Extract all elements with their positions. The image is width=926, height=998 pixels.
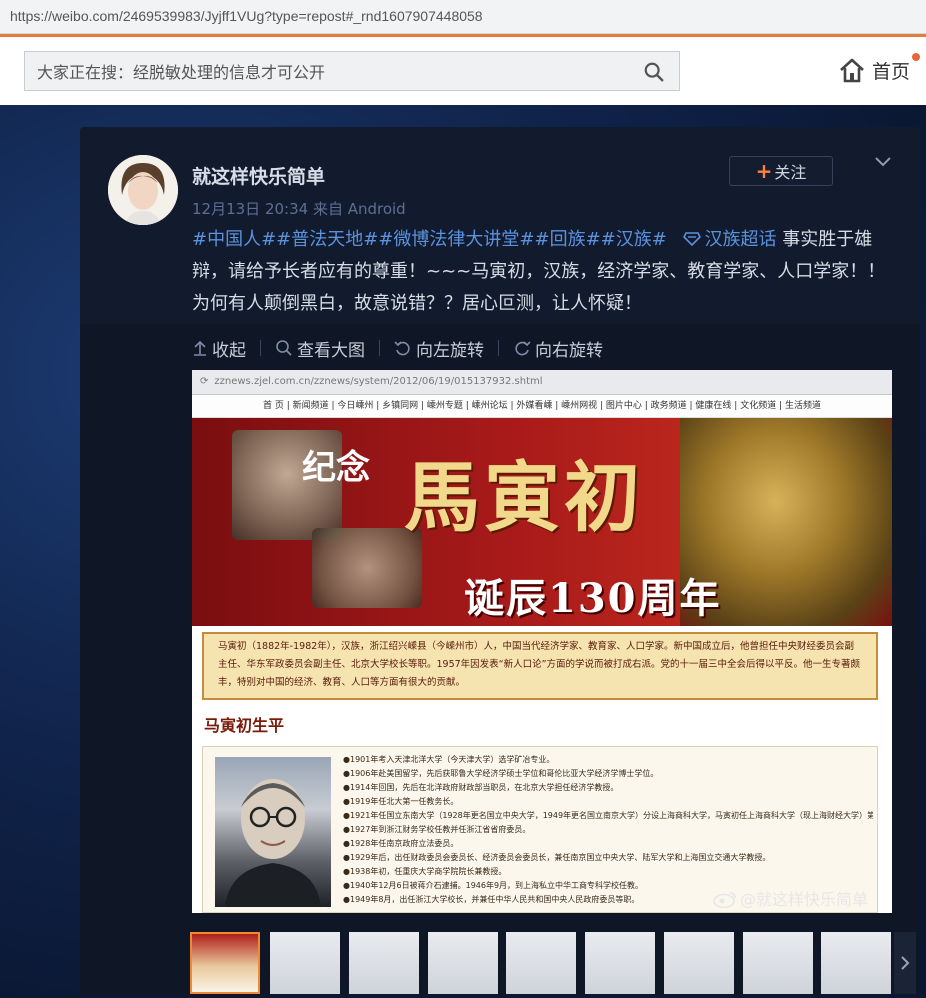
super-topic-link[interactable]: 汉族超话 bbox=[673, 229, 783, 250]
banner-subtitle: 诞辰130周年 bbox=[464, 575, 722, 622]
post-meta[interactable]: 12月13日 20:34 来自 Android bbox=[192, 198, 406, 219]
home-label[interactable]: 首页 bbox=[872, 57, 910, 84]
elder-portrait-image bbox=[215, 757, 331, 907]
thumbnail-9[interactable] bbox=[821, 932, 891, 994]
top-header: 首页 bbox=[0, 37, 926, 105]
search-box[interactable] bbox=[24, 51, 680, 92]
thumbnail-6[interactable] bbox=[585, 932, 655, 994]
search-icon[interactable] bbox=[643, 61, 665, 83]
thumbnail-1[interactable] bbox=[190, 932, 260, 994]
bio-list-item: ●1927年到浙江财务学校任教并任浙江省省府委员。 bbox=[343, 825, 531, 834]
portrait-drawing bbox=[225, 779, 321, 907]
view-large-label: 查看大图 bbox=[297, 340, 365, 361]
media-toolbar: 收起 查看大图 向左旋转 向右旋转 bbox=[192, 336, 603, 361]
collapse-button[interactable]: 收起 bbox=[192, 336, 246, 361]
banner-title: 馬寅初 bbox=[404, 453, 644, 542]
toolbar-divider bbox=[260, 340, 261, 356]
weibo-logo-icon bbox=[713, 892, 736, 909]
thumbnail-2[interactable] bbox=[270, 932, 340, 994]
toolbar-divider bbox=[379, 340, 380, 356]
bio-list-item: ●1914年回国，先后在北洋政府财政部当职员，在北京大学担任经济学教授。 bbox=[343, 783, 619, 792]
bio-list-item: ●1929年后，出任财政委员会委员长、经济委员会委员长，兼任南京国立中央大学、陆… bbox=[343, 853, 771, 862]
zoom-icon bbox=[276, 340, 292, 356]
rotate-left-icon bbox=[394, 341, 410, 356]
bio-list-item: ●1928年任南京政府立法委员。 bbox=[343, 839, 459, 848]
image-banner: 纪念 馬寅初 诞辰130周年 bbox=[192, 418, 892, 626]
image-refresh-icon: ⟳ bbox=[200, 376, 209, 387]
follow-button[interactable]: + 关注 bbox=[729, 156, 833, 186]
home-link[interactable]: 首页 bbox=[838, 53, 920, 85]
bio-list-item: ●1938年初，任重庆大学商学院院长兼教授。 bbox=[343, 867, 507, 876]
plus-icon: + bbox=[755, 159, 773, 183]
bio-title: 马寅初生平 bbox=[204, 716, 285, 735]
thumbnail-strip bbox=[190, 930, 910, 994]
rotate-right-button[interactable]: 向右旋转 bbox=[513, 336, 603, 361]
collapse-up-icon bbox=[194, 340, 206, 356]
image-description: 马寅初（1882年-1982年），汉族，浙江绍兴嵊县（今嵊州市）人，中国当代经济… bbox=[202, 632, 878, 700]
bio-list-item: ●1919年任北大第一任教务长。 bbox=[343, 797, 459, 806]
thumbnail-7[interactable] bbox=[664, 932, 734, 994]
post-image[interactable]: ⟳ zznews.zjel.com.cn/zznews/system/2012/0… bbox=[192, 370, 892, 913]
watermark-text: @就这样快乐简单 bbox=[740, 890, 869, 909]
thumbnail-next-button[interactable] bbox=[894, 932, 916, 994]
bio-list-item: ●1921年任国立东南大学（1928年更名国立中央大学，1949年更名国立南京大… bbox=[343, 811, 873, 820]
image-address-bar: ⟳ zznews.zjel.com.cn/zznews/system/2012/0… bbox=[192, 370, 892, 395]
banner-prefix: 纪念 bbox=[302, 448, 370, 488]
hashtag-links[interactable]: #中国人##普法天地##微博法律大讲堂##回族##汉族# bbox=[192, 229, 667, 250]
super-topic-label[interactable]: 汉族超话 bbox=[705, 229, 777, 250]
bio-list-item: ●1901年考入天津北洋大学（今天津大学）选学矿冶专业。 bbox=[343, 755, 555, 764]
post-text: #中国人##普法天地##微博法律大讲堂##回族##汉族# 汉族超话 事实胜于雄辩… bbox=[192, 224, 892, 320]
collapse-label: 收起 bbox=[212, 340, 246, 361]
bio-list-item: ●1906年赴美国留学，先后获耶鲁大学经济学硕士学位和哥伦比亚大学经济学博士学位… bbox=[343, 769, 659, 778]
follow-label: 关注 bbox=[774, 163, 807, 182]
rotate-right-icon bbox=[515, 341, 531, 356]
home-icon bbox=[840, 58, 864, 83]
avatar-image bbox=[108, 155, 178, 225]
view-large-button[interactable]: 查看大图 bbox=[275, 336, 365, 361]
url-text[interactable]: https://weibo.com/2469539983/Jyjff1VUg?t… bbox=[10, 8, 483, 24]
image-watermark: @就这样快乐简单 bbox=[712, 886, 868, 910]
rotate-left-button[interactable]: 向左旋转 bbox=[394, 336, 484, 361]
rotate-right-label: 向右旋转 bbox=[535, 340, 603, 361]
thumbnail-8[interactable] bbox=[743, 932, 813, 994]
image-nav-bar: 首 页 | 新闻频道 | 今日嵊州 | 乡镇同网 | 嵊州专题 | 嵊州论坛 |… bbox=[192, 395, 892, 418]
image-address-text: zznews.zjel.com.cn/zznews/system/2012/06… bbox=[214, 376, 543, 387]
chevron-down-icon[interactable] bbox=[874, 156, 892, 168]
bio-list: ●1901年考入天津北洋大学（今天津大学）选学矿冶专业。 ●1906年赴美国留学，… bbox=[343, 753, 873, 907]
rotate-left-label: 向左旋转 bbox=[416, 340, 484, 361]
notification-dot bbox=[912, 53, 920, 61]
chevron-right-icon bbox=[901, 956, 910, 970]
super-topic-icon bbox=[682, 232, 701, 247]
thumbnail-3[interactable] bbox=[349, 932, 419, 994]
thumbnail-4[interactable] bbox=[428, 932, 498, 994]
avatar[interactable] bbox=[108, 155, 178, 225]
search-input[interactable] bbox=[25, 52, 639, 92]
toolbar-divider bbox=[498, 340, 499, 356]
thumbnail-5[interactable] bbox=[506, 932, 576, 994]
browser-address-bar[interactable]: https://weibo.com/2469539983/Jyjff1VUg?t… bbox=[0, 0, 926, 34]
post-username[interactable]: 就这样快乐简单 bbox=[192, 162, 325, 189]
